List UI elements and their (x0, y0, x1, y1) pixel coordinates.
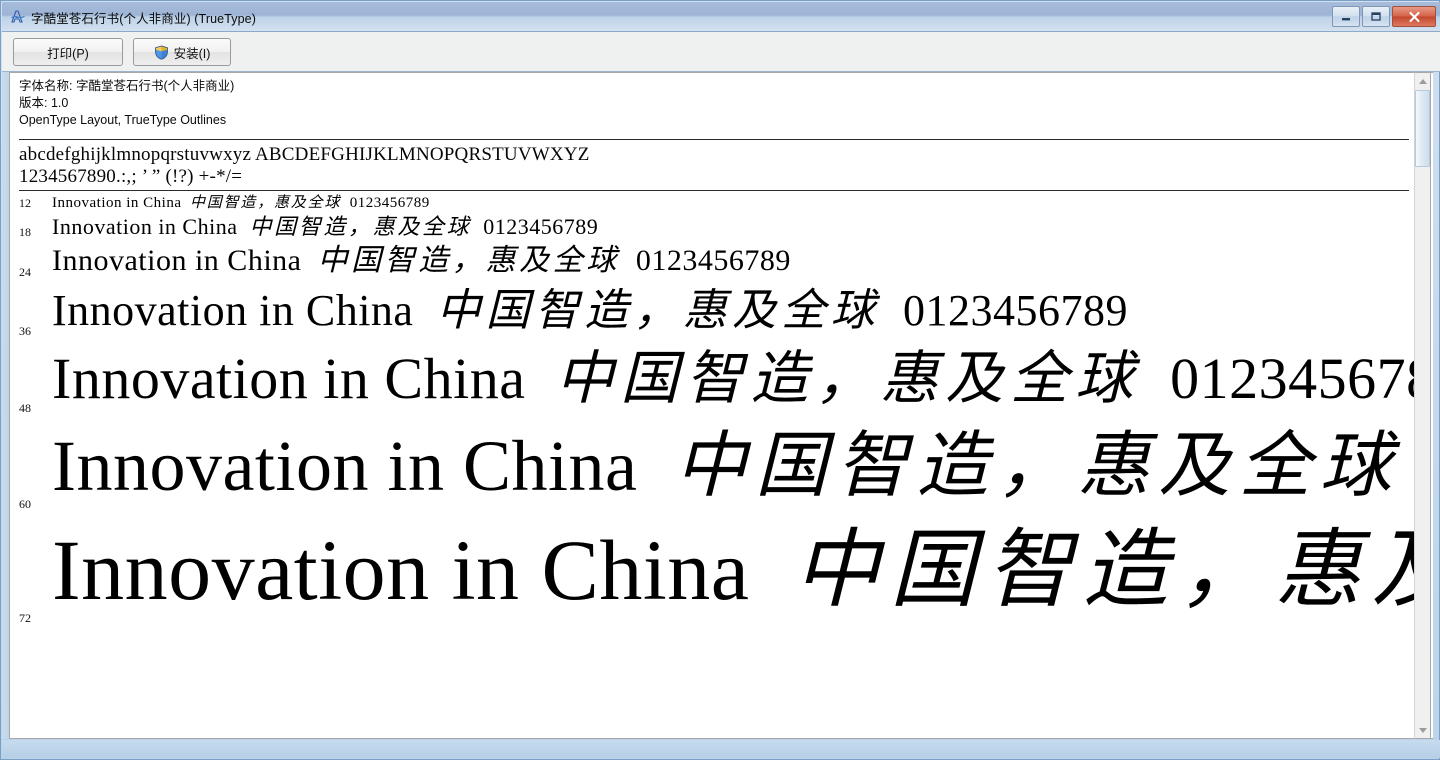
sample-row: 12 Innovation in China 中国智造，惠及全球 01234567… (10, 192, 1417, 212)
window-controls (1332, 6, 1436, 27)
sample-text-latin: Innovation in China (52, 195, 182, 211)
sample-text-cjk: 中国智造，惠及全球 (674, 423, 1401, 507)
sample-text-digits: 0123456789 (483, 214, 599, 239)
preview-content-panel: 字体名称: 字酷堂苍石行书(个人非商业) 版本: 1.0 OpenType La… (9, 72, 1433, 739)
sample-size-label: 36 (19, 324, 31, 338)
sample-text-cjk: 中国智造，惠及全球 (555, 344, 1141, 412)
sample-text: Innovation in China 中国智造，惠及全球 0123456789 (10, 212, 1417, 241)
sample-text-cjk: 中国智造，惠及全球 (436, 285, 880, 336)
font-name-line: 字体名称: 字酷堂苍石行书(个人非商业) (19, 79, 235, 93)
minimize-icon (1342, 17, 1350, 20)
sample-text: Innovation in China 中国智造，惠及全球 0123456789 (10, 513, 1417, 627)
sample-text: Innovation in China 中国智造，惠及全球 0123456789 (10, 417, 1417, 513)
scroll-up-arrow-icon[interactable] (1415, 73, 1430, 89)
window-title: 字酷堂苍石行书(个人非商业) (TrueType) (31, 12, 256, 26)
scroll-down-arrow-icon[interactable] (1415, 722, 1430, 738)
sample-text-latin: Innovation in China (52, 286, 414, 335)
font-info-block: 字体名称: 字酷堂苍石行书(个人非商业) 版本: 1.0 OpenType La… (19, 78, 1409, 129)
font-version-line: 版本: 1.0 (19, 96, 69, 110)
sample-row: 24 Innovation in China 中国智造，惠及全球 01234567… (10, 241, 1417, 281)
sample-text-cjk: 中国智造，惠及全球 (249, 215, 472, 240)
toolbar: 打印(P) 安装(I) (2, 32, 1440, 72)
sample-size-label: 12 (19, 196, 31, 210)
sample-size-label: 24 (19, 265, 31, 279)
alphabet-line: abcdefghijklmnopqrstuvwxyz ABCDEFGHIJKLM… (19, 144, 590, 165)
sample-text-digits: 0123456789 (635, 244, 791, 277)
sample-text: Innovation in China 中国智造，惠及全球 0123456789 (10, 192, 1417, 212)
sample-text-digits: 0123456789 (903, 286, 1128, 335)
sample-row: 48 Innovation in China 中国智造，惠及全球 01234567… (10, 340, 1417, 417)
uac-shield-icon (154, 45, 169, 60)
sample-size-list: 12 Innovation in China 中国智造，惠及全球 01234567… (10, 192, 1417, 627)
sample-text-latin: Innovation in China (52, 522, 750, 618)
divider-top (19, 139, 1409, 140)
sample-row: 72Innovation in China 中国智造，惠及全球 01234567… (10, 513, 1417, 627)
sample-text: Innovation in China 中国智造，惠及全球 0123456789 (10, 340, 1417, 417)
sample-size-label: 72 (19, 611, 31, 625)
sample-text-latin: Innovation in China (52, 346, 526, 411)
minimize-button[interactable] (1332, 6, 1360, 27)
sample-size-label: 60 (19, 497, 31, 511)
sample-row: 60Innovation in China 中国智造，惠及全球 01234567… (10, 417, 1417, 513)
sample-size-label: 48 (19, 401, 31, 415)
sample-text-cjk: 中国智造，惠及全球 (793, 520, 1417, 620)
character-set-block: abcdefghijklmnopqrstuvwxyz ABCDEFGHIJKLM… (19, 144, 1409, 188)
maximize-icon (1371, 12, 1381, 21)
print-button-label: 打印(P) (47, 46, 89, 61)
sample-size-label: 18 (19, 225, 31, 239)
sample-text-latin: Innovation in China (52, 426, 638, 506)
preview-canvas: 字体名称: 字酷堂苍石行书(个人非商业) 版本: 1.0 OpenType La… (10, 73, 1417, 738)
close-icon (1408, 11, 1420, 22)
sample-text: Innovation in China 中国智造，惠及全球 0123456789 (10, 241, 1417, 281)
left-frame-strip (2, 72, 9, 739)
sample-text-cjk: 中国智造，惠及全球 (190, 193, 342, 211)
sample-text-digits: 0123456789 (1170, 346, 1417, 411)
sample-text-digits: 0123456789 (349, 195, 430, 211)
print-button[interactable]: 打印(P) (13, 38, 123, 66)
font-preview-icon (10, 9, 26, 25)
sample-row: 36 Innovation in China 中国智造，惠及全球 01234567… (10, 281, 1417, 340)
font-preview-window: 字酷堂苍石行书(个人非商业) (TrueType) 打印(P) 安装(I) 字体… (0, 0, 1440, 760)
install-button[interactable]: 安装(I) (133, 38, 231, 66)
vertical-scrollbar[interactable] (1414, 72, 1431, 739)
scroll-thumb[interactable] (1415, 90, 1430, 167)
sample-text-cjk: 中国智造，惠及全球 (317, 243, 620, 278)
install-button-label: 安装(I) (173, 46, 211, 61)
digits-punctuation-line: 1234567890.:,; ’ ” (!?) +-*/= (19, 166, 243, 187)
title-bar[interactable]: 字酷堂苍石行书(个人非商业) (TrueType) (2, 2, 1440, 32)
sample-row: 18 Innovation in China 中国智造，惠及全球 01234567… (10, 212, 1417, 241)
scroll-track[interactable] (1415, 90, 1430, 721)
divider-bottom (19, 190, 1409, 191)
sample-text-latin: Innovation in China (52, 244, 302, 277)
font-outlines-line: OpenType Layout, TrueType Outlines (19, 113, 227, 127)
bottom-frame-strip (2, 740, 1440, 758)
maximize-button[interactable] (1362, 6, 1390, 27)
sample-text: Innovation in China 中国智造，惠及全球 0123456789 (10, 281, 1417, 340)
sample-text-latin: Innovation in China (52, 214, 238, 239)
close-button[interactable] (1392, 6, 1436, 27)
